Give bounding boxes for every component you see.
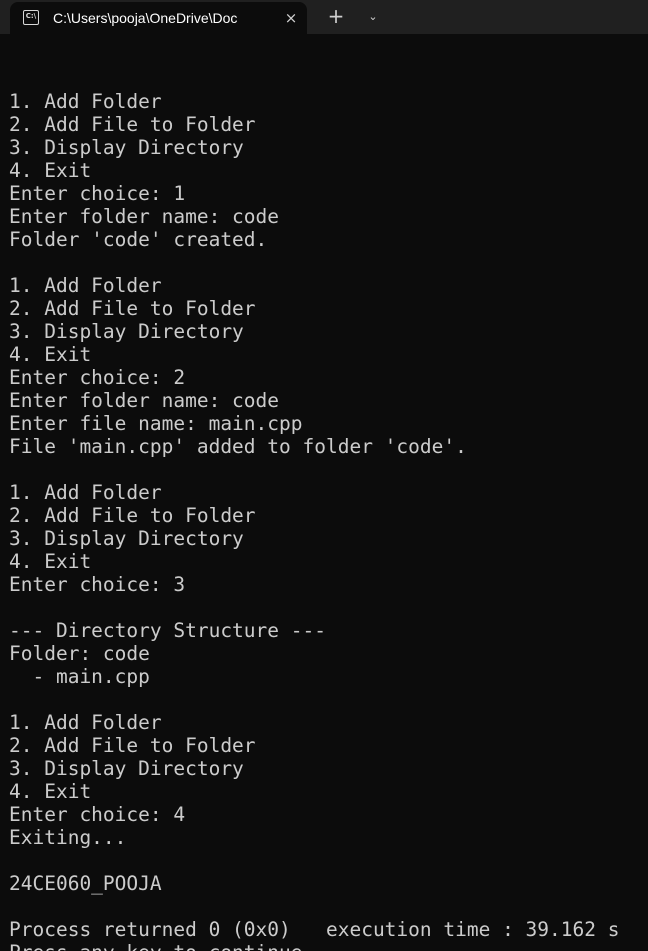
terminal-line: 24CE060_POOJA [9,872,162,895]
terminal-line: Folder 'code' created. [9,228,268,251]
terminal-line: 3. Display Directory [9,320,244,343]
terminal-line: 3. Display Directory [9,136,244,159]
terminal-line: 4. Exit [9,780,92,803]
terminal-line: 4. Exit [9,550,92,573]
terminal-line: Enter choice: 3 [9,573,186,596]
tab-title: C:\Users\pooja\OneDrive\Doc [53,10,238,26]
terminal-line: 2. Add File to Folder [9,297,256,320]
new-tab-button[interactable]: + [323,5,349,29]
terminal-line: 3. Display Directory [9,527,244,550]
terminal-line: 2. Add File to Folder [9,734,256,757]
terminal-line: 1. Add Folder [9,274,162,297]
terminal-window[interactable]: 1. Add Folder 2. Add File to Folder 3. Dis… [0,34,648,951]
terminal-line: 4. Exit [9,343,92,366]
terminal-line: 2. Add File to Folder [9,113,256,136]
terminal-line: 1. Add Folder [9,90,162,113]
terminal-line: Enter choice: 1 [9,182,186,205]
terminal-line: Enter folder name: code [9,205,280,228]
terminal-line: Exiting... [9,826,127,849]
terminal-line: Folder: code [9,642,150,665]
terminal-line: 1. Add Folder [9,711,162,734]
terminal-line: 3. Display Directory [9,757,244,780]
terminal-line: - main.cpp [9,665,150,688]
terminal-line: Enter choice: 2 [9,366,186,389]
terminal-line: 1. Add Folder [9,481,162,504]
terminal-line: 4. Exit [9,159,92,182]
terminal-icon: C:\ [23,10,39,25]
terminal-line: File 'main.cpp' added to folder 'code'. [9,435,467,458]
terminal-output: 1. Add Folder 2. Add File to Folder 3. Dis… [9,67,619,951]
terminal-line: Enter folder name: code [9,389,280,412]
chevron-down-icon[interactable]: ⌄ [362,6,384,28]
terminal-line: Process returned 0 (0x0) execution time … [9,918,620,941]
terminal-line: Enter file name: main.cpp [9,412,303,435]
terminal-line: Enter choice: 4 [9,803,186,826]
terminal-line: 2. Add File to Folder [9,504,256,527]
title-bar: C:\ C:\Users\pooja\OneDrive\Doc × + ⌄ [0,0,648,34]
close-icon[interactable]: × [280,7,302,29]
terminal-tab[interactable]: C:\ C:\Users\pooja\OneDrive\Doc × [10,2,307,34]
terminal-line: --- Directory Structure --- [9,619,326,642]
terminal-line: Press any key to continue. [9,941,619,951]
